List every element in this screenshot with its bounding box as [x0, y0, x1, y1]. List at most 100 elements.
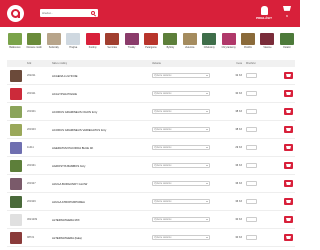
user-login-button[interactable]: PRIHLÁSIT — [256, 6, 272, 22]
category-image — [105, 33, 120, 45]
product-thumbnail[interactable] — [10, 69, 22, 82]
table-row: 201901 ACORUS GRAMINEUS OGON forty Vyberte… — [7, 103, 295, 121]
category-image — [143, 33, 158, 45]
table-header: Kód Název rostliny Varianta Cena Množstv… — [7, 60, 295, 67]
product-thumbnail[interactable] — [10, 105, 22, 118]
category-label: Semínka — [107, 46, 117, 49]
table-row: 201929 AJUGA ATROPURPUREA Vyberte variantu… — [7, 193, 295, 211]
add-to-cart-button[interactable] — [284, 180, 293, 187]
quantity-input[interactable] — [246, 73, 257, 78]
category-label: Bylinky — [166, 46, 175, 49]
quantity-input[interactable] — [246, 145, 257, 150]
category-label: Květiny — [88, 46, 97, 49]
category-image — [221, 33, 236, 45]
category-item[interactable]: Vánoce — [259, 33, 275, 57]
category-item[interactable]: Květiny — [85, 33, 101, 57]
category-item[interactable]: Trvalky — [124, 33, 140, 57]
add-to-cart-button[interactable] — [284, 216, 293, 223]
product-price: 30 Kč — [235, 236, 242, 239]
category-item[interactable]: Okrasné rostliny — [26, 33, 42, 57]
variant-select[interactable]: Vyberte variantu — [152, 181, 210, 186]
add-to-cart-button[interactable] — [284, 162, 293, 169]
product-name[interactable]: ACAENA LULYFOIE — [52, 74, 152, 78]
quantity-input[interactable] — [246, 163, 257, 168]
quantity-input[interactable] — [246, 109, 257, 114]
category-item[interactable]: Chryzantémy — [221, 33, 237, 57]
product-price: 36 Kč — [235, 182, 242, 185]
add-to-cart-button[interactable] — [284, 144, 293, 151]
category-item[interactable]: Pelargonie — [143, 33, 159, 57]
cart-button[interactable]: 0 — [280, 6, 294, 22]
quantity-input[interactable] — [246, 91, 257, 96]
variant-select[interactable]: Vyberte variantu — [152, 163, 210, 168]
category-label: Okrasné rostliny — [26, 46, 43, 49]
variant-select[interactable]: Vyberte variantu — [152, 145, 210, 150]
category-item[interactable]: Podzim — [240, 33, 256, 57]
quantity-input[interactable] — [246, 235, 257, 240]
product-name[interactable]: ACORUS GRAMINEUS VARIEGATUS forty — [52, 128, 152, 132]
product-code: 201931 — [27, 164, 36, 167]
header-variant: Varianta — [152, 62, 161, 65]
variant-select[interactable]: Vyberte variantu — [152, 217, 210, 222]
add-to-cart-button[interactable] — [284, 90, 293, 97]
user-icon — [260, 6, 268, 15]
product-name[interactable]: ACORUS GRAMINEUS OGON forty — [52, 110, 152, 114]
category-image — [260, 33, 275, 45]
product-code: 11411 — [27, 146, 34, 149]
quantity-input[interactable] — [246, 127, 257, 132]
category-item[interactable]: Bylinky — [162, 33, 178, 57]
variant-select[interactable]: Vyberte variantu — [152, 109, 210, 114]
category-image — [8, 33, 22, 45]
category-item[interactable]: Substráty — [46, 33, 62, 57]
quantity-input[interactable] — [246, 181, 257, 186]
product-price: 38 Kč — [235, 128, 242, 131]
product-code: 3021209 — [27, 218, 38, 221]
product-name[interactable]: AGROSTIS BAMBOS forty — [52, 164, 152, 168]
product-name[interactable]: ALTERNATHERA (faka) — [52, 236, 152, 240]
product-thumbnail[interactable] — [10, 141, 22, 154]
product-code: 201901 — [27, 110, 36, 113]
quantity-input[interactable] — [246, 217, 257, 222]
category-item[interactable]: Zelenina — [182, 33, 198, 57]
header-name: Název rostliny — [52, 62, 68, 65]
product-thumbnail[interactable] — [10, 231, 22, 244]
product-thumbnail[interactable] — [10, 195, 22, 208]
category-item[interactable]: Hnojiva — [65, 33, 81, 57]
product-thumbnail[interactable] — [10, 159, 22, 172]
variant-select[interactable]: Vyberte variantu — [152, 73, 210, 78]
category-item[interactable]: Cibuloviny — [201, 33, 217, 57]
product-name[interactable]: AJUGA ATROPURPUREA — [52, 200, 152, 204]
add-to-cart-button[interactable] — [284, 234, 293, 241]
product-name[interactable]: ALTERNATHERA MIX — [52, 218, 152, 222]
variant-select[interactable]: Vyberte variantu — [152, 127, 210, 132]
category-image — [124, 33, 139, 45]
product-code: 202211 — [27, 74, 36, 77]
category-item[interactable]: Semínka — [104, 33, 120, 57]
product-thumbnail[interactable] — [10, 87, 22, 100]
product-code: 201929 — [27, 200, 36, 203]
product-price: 32 Kč — [235, 74, 242, 77]
category-item[interactable]: Balkonové — [7, 33, 23, 57]
product-name[interactable]: AJUGA BURGUNDY GLOW — [52, 182, 152, 186]
add-to-cart-button[interactable] — [284, 126, 293, 133]
variant-select[interactable]: Vyberte variantu — [152, 199, 210, 204]
category-image — [27, 33, 42, 45]
category-label: Ostatní — [283, 46, 291, 49]
add-to-cart-button[interactable] — [284, 198, 293, 205]
category-label: Podzim — [244, 46, 253, 49]
product-price: 36 Kč — [235, 164, 242, 167]
product-thumbnail[interactable] — [10, 123, 22, 136]
search-button[interactable] — [88, 9, 98, 17]
product-name[interactable]: AGERATUM PACIFIDA BLUE 4K — [52, 146, 152, 150]
product-price: 30 Kč — [235, 92, 242, 95]
quantity-input[interactable] — [246, 199, 257, 204]
product-name[interactable]: ACALYPHA PIGGIE — [52, 92, 152, 96]
category-item[interactable]: Ostatní — [279, 33, 295, 57]
variant-select[interactable]: Vyberte variantu — [152, 91, 210, 96]
product-thumbnail[interactable] — [10, 213, 22, 226]
add-to-cart-button[interactable] — [284, 72, 293, 79]
logo[interactable] — [7, 5, 24, 22]
add-to-cart-button[interactable] — [284, 108, 293, 115]
product-thumbnail[interactable] — [10, 177, 22, 190]
variant-select[interactable]: Vyberte variantu — [152, 235, 210, 240]
